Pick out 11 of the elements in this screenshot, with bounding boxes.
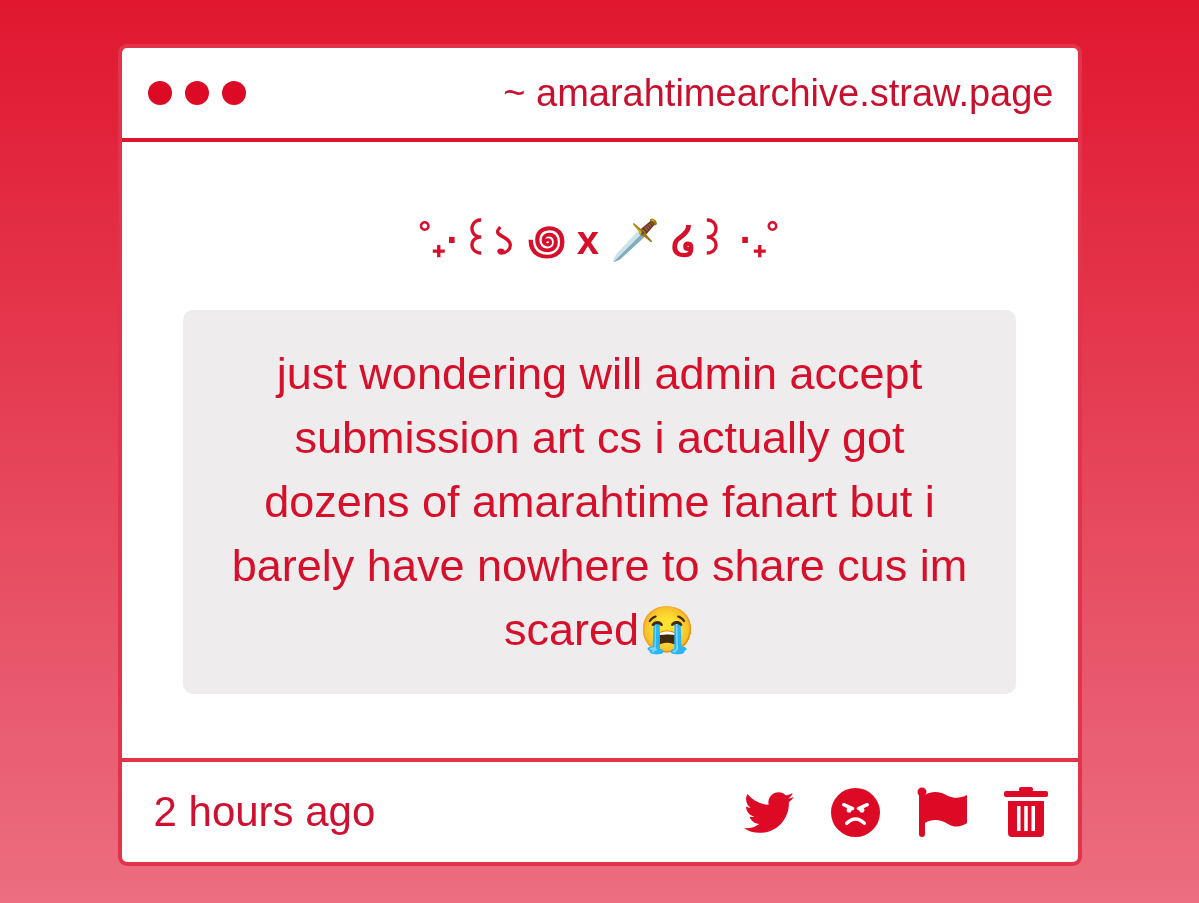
post-title: ˚₊·꒰১ ꩜ x 🗡 ໒꒱ ·₊˚ (418, 217, 781, 264)
trash-icon[interactable] (1003, 787, 1048, 837)
flag-icon[interactable] (916, 787, 967, 837)
message-text: just wondering will admin accept submission art cs i actually got dozens of amarahtime fanart but i barely have nowhere to share cus im scared😭 (230, 347, 969, 657)
dot-icon (221, 81, 246, 105)
dot-icon (147, 81, 172, 105)
site-url-link[interactable]: ~ amarahtimearchive.straw.page (503, 71, 1054, 115)
dot-icon (184, 81, 209, 105)
timestamp: 2 hours ago (153, 788, 376, 836)
bird-icon[interactable] (743, 791, 794, 833)
angry-face-icon[interactable] (830, 787, 880, 837)
